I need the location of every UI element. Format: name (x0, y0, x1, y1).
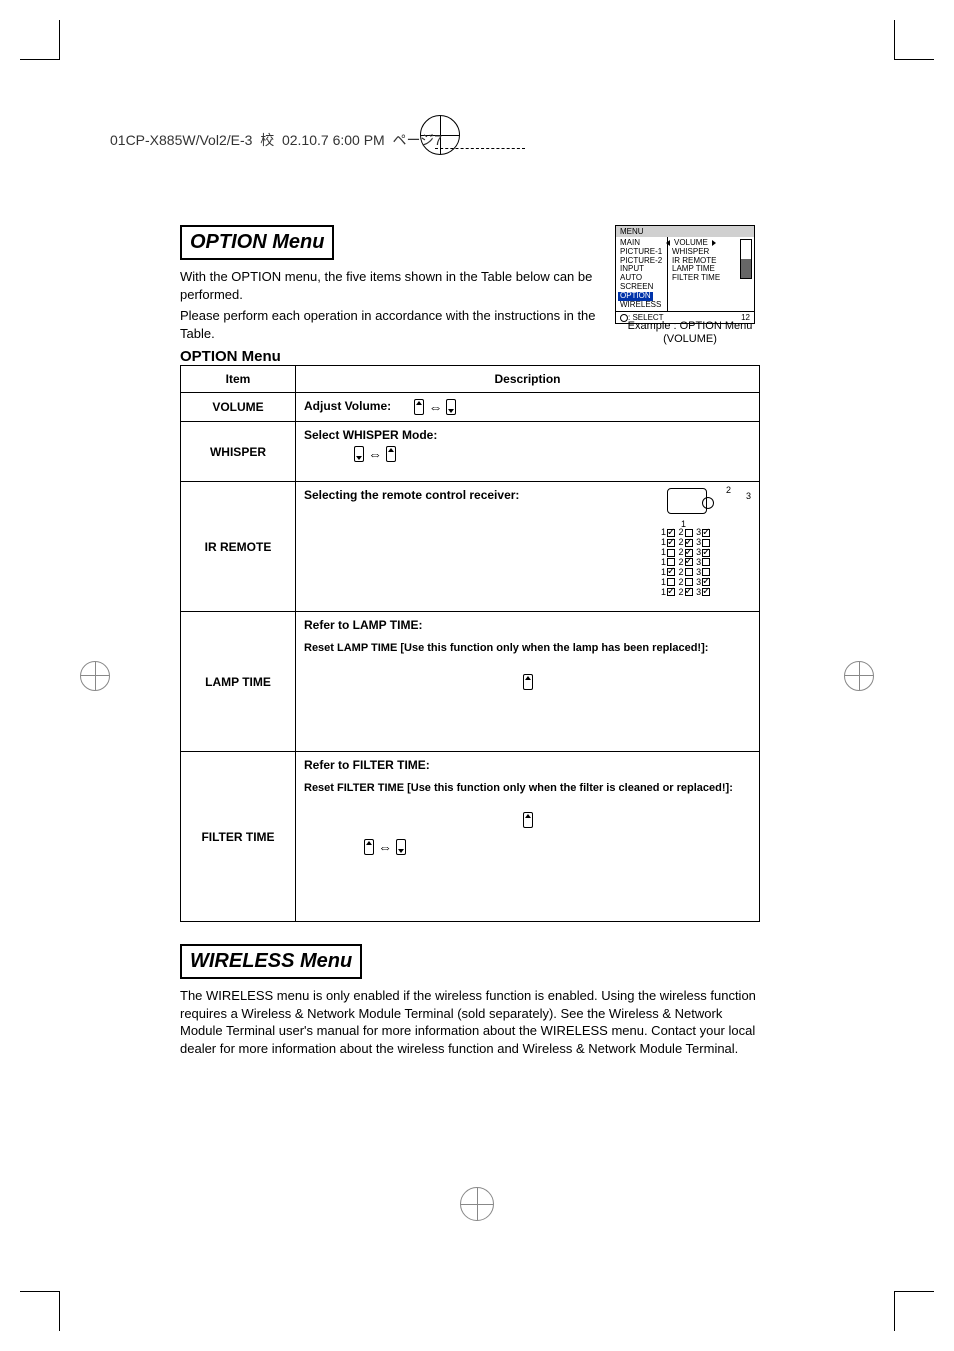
intro-paragraph: Please perform each operation in accorda… (180, 307, 600, 342)
table-title: OPTION Menu (180, 348, 760, 365)
checkbox-grid: 1 2 31 2 31 2 31 2 31 2 31 2 31 2 3 (661, 528, 751, 597)
checkbox-icon (685, 549, 693, 557)
registration-mark (80, 661, 110, 691)
checkbox-icon (667, 539, 675, 547)
desc-title: Adjust Volume: (304, 399, 391, 413)
desc-cell: Select WHISPER Mode: ⇔ (296, 422, 760, 482)
up-down-icon: ⇔ (354, 446, 396, 462)
desc-title: Select WHISPER Mode: (304, 428, 751, 442)
table-row: FILTER TIME Refer to FILTER TIME: Reset … (181, 752, 760, 922)
checkbox-icon (667, 558, 675, 566)
checkbox-icon (685, 578, 693, 586)
desc-cell: 2 3 1 1 2 31 2 31 2 31 2 31 2 31 2 31 2 … (296, 482, 760, 612)
proof-mark: 校 (260, 130, 274, 150)
desc-title: Refer to LAMP TIME: (304, 618, 751, 632)
checkbox-icon (685, 588, 693, 596)
registration-mark (844, 661, 874, 691)
option-menu-title: OPTION Menu (180, 225, 334, 260)
th-item: Item (181, 366, 296, 393)
table-row: IR REMOTE 2 3 1 1 2 31 2 31 2 31 2 31 2 … (181, 482, 760, 612)
registration-mark (460, 1187, 494, 1221)
wireless-menu-title: WIRELESS Menu (180, 944, 362, 979)
checkbox-icon (702, 529, 710, 537)
up-down-icon: ⇔ (414, 399, 456, 415)
checkbox-icon (667, 588, 675, 596)
datetime-text: 02.10.7 6:00 PM (282, 132, 385, 148)
checkbox-icon (702, 549, 710, 557)
crop-mark (894, 1291, 934, 1331)
desc-cell: Refer to LAMP TIME: Reset LAMP TIME [Use… (296, 612, 760, 752)
checkbox-icon (685, 558, 693, 566)
checkbox-icon (702, 539, 710, 547)
table-row: LAMP TIME Refer to LAMP TIME: Reset LAMP… (181, 612, 760, 752)
crop-mark (20, 1291, 60, 1331)
desc-subtitle: Reset FILTER TIME [Use this function onl… (304, 782, 751, 794)
checkbox-icon (702, 578, 710, 586)
checkbox-icon (667, 568, 675, 576)
prepress-header: 01CP-X885W/Vol2/E-3 校 02.10.7 6:00 PM ペー… (110, 130, 844, 150)
checkbox-icon (702, 558, 710, 566)
desc-cell: Refer to FILTER TIME: Reset FILTER TIME … (296, 752, 760, 922)
option-table: Item Description VOLUME Adjust Volume: ⇔… (180, 365, 760, 922)
table-row: VOLUME Adjust Volume: ⇔ (181, 393, 760, 422)
table-row: WHISPER Select WHISPER Mode: ⇔ (181, 422, 760, 482)
checkbox-icon (685, 529, 693, 537)
content: OPTION Menu With the OPTION menu, the fi… (180, 225, 760, 1061)
filename-text: 01CP-X885W/Vol2/E-3 (110, 132, 252, 148)
up-key-icon (523, 674, 533, 690)
wireless-paragraph: The WIRELESS menu is only enabled if the… (180, 987, 760, 1057)
intro-paragraph: With the OPTION menu, the five items sho… (180, 268, 600, 303)
desc-title: Refer to FILTER TIME: (304, 758, 751, 772)
page: 01CP-X885W/Vol2/E-3 校 02.10.7 6:00 PM ペー… (0, 0, 954, 1351)
up-down-icon: ⇔ (364, 839, 406, 855)
item-cell: IR REMOTE (181, 482, 296, 612)
item-cell: WHISPER (181, 422, 296, 482)
crop-mark (20, 20, 60, 60)
checkbox-icon (685, 568, 693, 576)
desc-subtitle: Reset LAMP TIME [Use this function only … (304, 642, 751, 654)
projector-icon (667, 488, 707, 514)
checkbox-icon (667, 578, 675, 586)
checkbox-icon (667, 529, 675, 537)
remote-diagram: 2 3 1 1 2 31 2 31 2 31 2 31 2 31 2 31 2 … (661, 488, 751, 597)
crop-mark (894, 20, 934, 60)
checkbox-icon (685, 539, 693, 547)
up-key-icon (523, 812, 533, 828)
checkbox-icon (667, 549, 675, 557)
page-mark: ページ7 (393, 130, 443, 150)
item-cell: VOLUME (181, 393, 296, 422)
desc-cell: Adjust Volume: ⇔ (296, 393, 760, 422)
item-cell: FILTER TIME (181, 752, 296, 922)
checkbox-icon (702, 588, 710, 596)
th-description: Description (296, 366, 760, 393)
item-cell: LAMP TIME (181, 612, 296, 752)
checkbox-icon (702, 568, 710, 576)
